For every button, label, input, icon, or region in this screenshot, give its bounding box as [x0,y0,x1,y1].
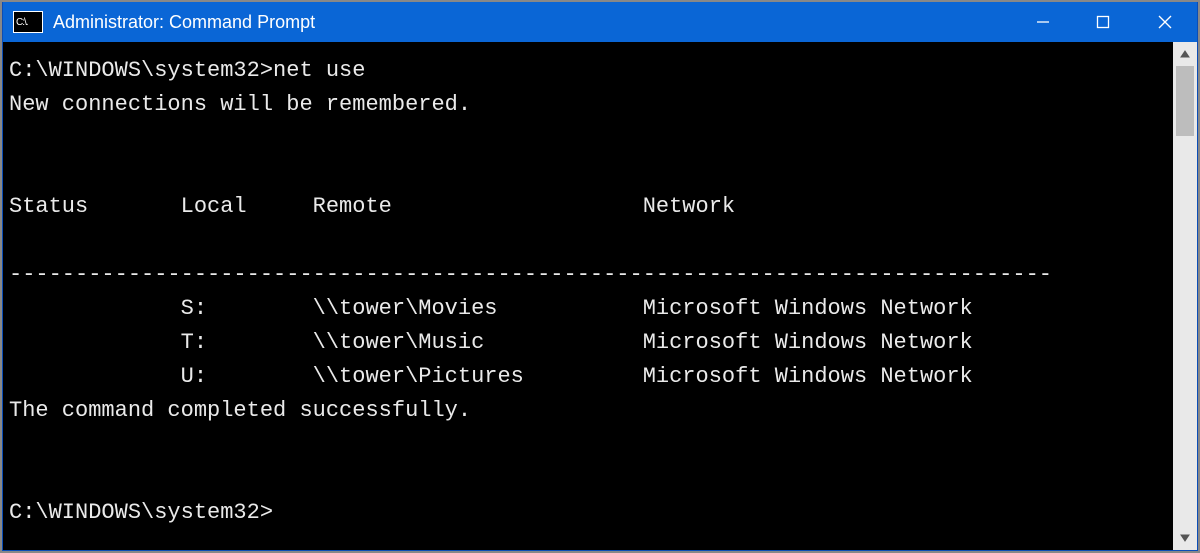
window-title: Administrator: Command Prompt [53,12,315,33]
maximize-button[interactable] [1073,2,1133,42]
close-button[interactable] [1133,2,1197,42]
scroll-track[interactable] [1173,66,1197,526]
vertical-scrollbar[interactable] [1173,42,1197,550]
cmd-window: C:\. Administrator: Command Prompt C:\WI… [2,2,1198,551]
minimize-button[interactable] [1013,2,1073,42]
scroll-down-button[interactable] [1173,526,1197,550]
scroll-up-button[interactable] [1173,42,1197,66]
titlebar[interactable]: C:\. Administrator: Command Prompt [3,2,1197,42]
terminal-output[interactable]: C:\WINDOWS\system32>net use New connecti… [3,42,1173,550]
cmd-icon: C:\. [13,11,43,33]
scroll-thumb[interactable] [1176,66,1194,136]
